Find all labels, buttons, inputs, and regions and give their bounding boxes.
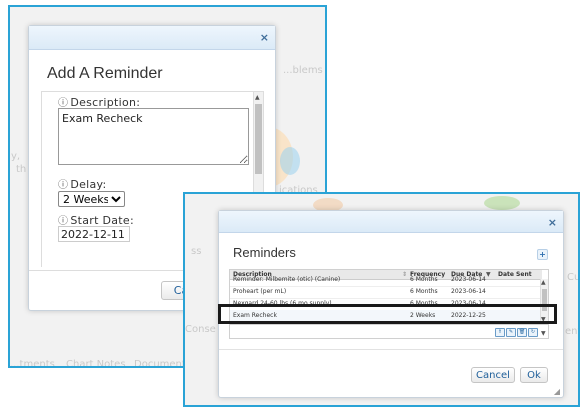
background-text: y, bbox=[11, 151, 21, 162]
edit-icon[interactable]: ✎ bbox=[506, 328, 516, 337]
cell-frequency: 6 Months bbox=[410, 288, 438, 295]
delete-icon[interactable]: 🗑 bbox=[517, 328, 527, 337]
cell-due-date: 2023-06-14 bbox=[451, 288, 486, 295]
background-text: ent bbox=[565, 326, 580, 337]
refresh-icon[interactable]: ↻ bbox=[528, 328, 538, 337]
cell-description: Proheart (per mL) bbox=[233, 288, 287, 295]
scroll-up-icon[interactable]: ▲ bbox=[255, 95, 260, 101]
background-text: Conse bbox=[185, 324, 216, 335]
reminders-dialog: × Reminders + Description ⇕ Frequency Du… bbox=[218, 210, 564, 398]
cell-frequency: 2 Weeks bbox=[410, 312, 436, 319]
background-text: th bbox=[16, 164, 27, 175]
delay-label: ⓘ Delay: bbox=[58, 176, 107, 191]
background-text: ss bbox=[191, 246, 202, 257]
cell-due-date: 2023-06-14 bbox=[451, 276, 486, 283]
start-date-field[interactable] bbox=[58, 226, 130, 242]
scroll-down-icon[interactable]: ▼ bbox=[541, 317, 546, 323]
cell-due-date: 2023-06-14 bbox=[451, 300, 486, 307]
cell-due-date: 2022-12-25 bbox=[451, 312, 486, 319]
description-field[interactable]: Exam Recheck bbox=[58, 108, 249, 165]
filter-icon[interactable]: ⇑ bbox=[495, 328, 505, 337]
background-text: Chart Notes bbox=[66, 359, 126, 368]
cell-description: Exam Recheck bbox=[233, 312, 277, 319]
scrollbar-thumb[interactable] bbox=[542, 289, 547, 311]
dialog-titlebar: × bbox=[29, 26, 275, 50]
background-text: Document bbox=[134, 359, 186, 368]
cell-frequency: 6 Months bbox=[410, 276, 438, 283]
cell-description: Reminder: Milbemite (otic) (Canine) bbox=[233, 276, 341, 283]
description-label: ⓘ Description: bbox=[58, 94, 140, 109]
info-icon: ⓘ bbox=[58, 180, 69, 191]
delay-select[interactable]: 2 Weeks bbox=[58, 191, 125, 207]
dialog-title: Add A Reminder bbox=[47, 65, 163, 82]
background-decoration bbox=[484, 196, 520, 210]
background-decoration bbox=[280, 147, 300, 175]
resize-grip-icon[interactable]: ◢ bbox=[554, 387, 560, 396]
reminders-panel: ss Conse Cu ent × Reminders + Descriptio… bbox=[183, 192, 580, 407]
start-date-label: ⓘ Start Date: bbox=[58, 212, 134, 227]
scroll-up-icon[interactable]: ▲ bbox=[541, 280, 546, 286]
close-icon[interactable]: × bbox=[260, 31, 269, 44]
close-icon[interactable]: × bbox=[548, 216, 557, 229]
background-text: ...tments bbox=[10, 359, 55, 368]
delay-label-text: Delay: bbox=[70, 178, 107, 191]
dialog-footer-divider bbox=[219, 349, 563, 350]
background-text: Cu bbox=[567, 272, 580, 283]
table-row-selected[interactable]: Exam Recheck 2 Weeks 2022-12-25 bbox=[230, 310, 542, 323]
grid-scrollbar[interactable]: ▲ ▼ bbox=[540, 279, 548, 324]
scrollbar-thumb[interactable] bbox=[255, 104, 262, 174]
chevron-down-icon[interactable]: ▼ bbox=[541, 331, 546, 337]
dialog-titlebar: × bbox=[219, 211, 563, 233]
cell-frequency: 6 Months bbox=[410, 300, 438, 307]
dialog-title: Reminders bbox=[233, 245, 296, 260]
reminders-grid: Description ⇕ Frequency Due Date ▼ Date … bbox=[229, 269, 549, 325]
ok-button[interactable]: Ok bbox=[520, 367, 548, 383]
cell-description: Nexgard 24-60 lbs (6 mo supply) bbox=[233, 300, 332, 307]
cancel-button[interactable]: Cancel bbox=[471, 367, 515, 383]
add-icon[interactable]: + bbox=[537, 249, 548, 260]
background-text: ...blems bbox=[283, 65, 323, 76]
